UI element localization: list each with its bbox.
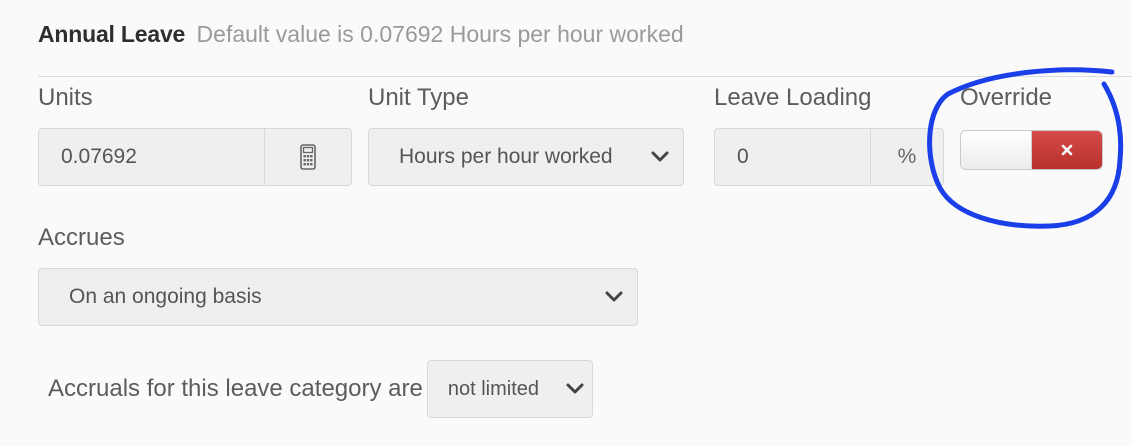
leave-loading-input[interactable]: 0 [715, 145, 870, 169]
units-field[interactable]: 0.07692 [38, 128, 352, 186]
leave-loading-label: Leave Loading [714, 84, 872, 111]
toggle-knob[interactable] [961, 131, 1032, 169]
leave-loading-field[interactable]: 0 % [714, 128, 944, 186]
percent-addon: % [870, 129, 943, 185]
accrues-selected: On an ongoing basis [69, 285, 262, 308]
accruals-sentence: Accruals for this leave category are [48, 375, 423, 402]
leave-category-title: Annual Leave [38, 21, 186, 47]
toggle-off-state[interactable] [1032, 131, 1102, 169]
section-header: Annual Leave Default value is 0.07692 Ho… [38, 19, 684, 49]
unit-type-label: Unit Type [368, 84, 469, 111]
accrual-limit-selected: not limited [447, 377, 539, 400]
chevron-down-icon [566, 383, 584, 394]
units-label: Units [38, 84, 93, 111]
override-toggle[interactable] [960, 130, 1103, 170]
chevron-down-icon [605, 291, 623, 302]
accrues-select[interactable]: On an ongoing basis [38, 268, 638, 326]
accrual-limit-select[interactable]: not limited [426, 360, 593, 418]
unit-type-select[interactable]: Hours per hour worked [368, 128, 684, 186]
accruals-limit-row: Accruals for this leave category are not… [48, 360, 593, 418]
units-input[interactable]: 0.07692 [39, 145, 264, 169]
override-label: Override [960, 84, 1053, 111]
accrues-label: Accrues [38, 224, 125, 251]
chevron-down-icon [651, 151, 669, 162]
header-divider [38, 76, 1132, 77]
calculator-icon [300, 144, 316, 170]
default-value-hint: Default value is 0.07692 Hours per hour … [196, 21, 684, 47]
calculator-button[interactable] [264, 129, 351, 185]
unit-type-selected: Hours per hour worked [399, 145, 613, 168]
close-icon [1061, 144, 1073, 156]
